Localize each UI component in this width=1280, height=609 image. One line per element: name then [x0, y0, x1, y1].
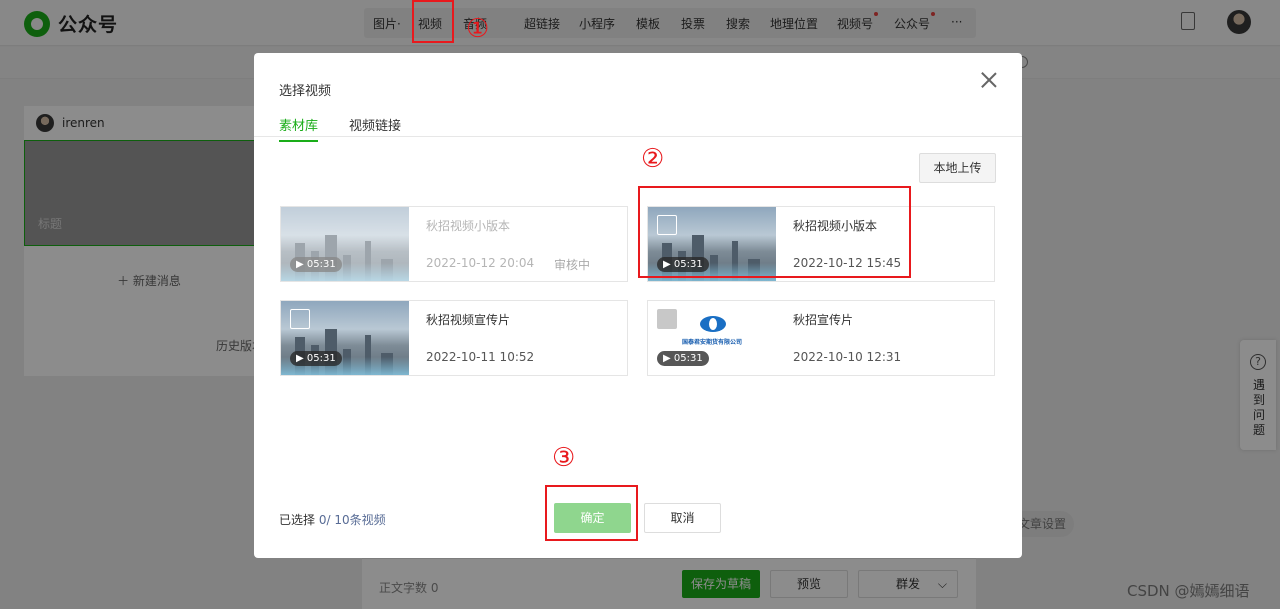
annotation-box-confirm — [545, 485, 638, 541]
video-date: 2022-10-10 12:31 — [793, 350, 902, 364]
annotation-box-video-item — [638, 186, 911, 278]
video-title: 秋招视频宣传片 — [426, 313, 511, 327]
video-thumbnail: ▶ 05:31 — [281, 207, 409, 281]
selected-number: 0/ 10条视频 — [318, 513, 386, 527]
selected-count: 已选择 0/ 10条视频 — [279, 511, 386, 528]
video-date: 2022-10-11 10:52 — [426, 350, 535, 364]
company-logo-text: 国泰君安期货有限公司 — [681, 339, 742, 346]
dialog-title: 选择视频 — [279, 84, 332, 99]
video-title: 秋招宣传片 — [793, 313, 854, 327]
video-date: 2022-10-12 20:04 — [426, 256, 535, 270]
tab-library[interactable]: 素材库 — [279, 115, 319, 142]
company-logo-icon — [700, 316, 726, 332]
annotation-number-1: ① — [466, 14, 490, 44]
video-checkbox[interactable] — [657, 309, 677, 329]
annotation-number-2: ② — [641, 144, 665, 174]
select-video-dialog: 选择视频 素材库 视频链接 本地上传 ▶ 05:31 秋招视频小版本 2022-… — [254, 53, 1022, 558]
selected-prefix: 已选择 — [279, 513, 316, 527]
video-thumbnail: ▶ 05:31 — [281, 301, 409, 375]
video-thumbnail: 国泰君安期货有限公司 ▶ 05:31 — [648, 301, 776, 375]
video-checkbox[interactable] — [290, 309, 310, 329]
local-upload-button[interactable]: 本地上传 — [919, 153, 996, 183]
video-item: ▶ 05:31 秋招视频小版本 2022-10-12 20:04 审核中 — [280, 206, 628, 282]
annotation-number-3: ③ — [552, 443, 576, 473]
video-duration: ▶ 05:31 — [290, 351, 342, 366]
video-duration: ▶ 05:31 — [290, 257, 342, 272]
annotation-box-video-tool — [412, 0, 454, 43]
video-item[interactable]: ▶ 05:31 秋招视频宣传片 2022-10-11 10:52 — [280, 300, 628, 376]
tab-video-link[interactable]: 视频链接 — [349, 115, 401, 140]
close-icon[interactable] — [980, 71, 998, 89]
dialog-tabs: 素材库 视频链接 — [254, 111, 1022, 142]
video-item[interactable]: 国泰君安期货有限公司 ▶ 05:31 秋招宣传片 2022-10-10 12:3… — [647, 300, 995, 376]
review-status: 审核中 — [554, 258, 591, 272]
video-title: 秋招视频小版本 — [426, 219, 511, 233]
video-duration: ▶ 05:31 — [657, 351, 709, 366]
cancel-button[interactable]: 取消 — [644, 503, 721, 533]
watermark: CSDN @嫣嫣细语 — [1127, 582, 1250, 600]
